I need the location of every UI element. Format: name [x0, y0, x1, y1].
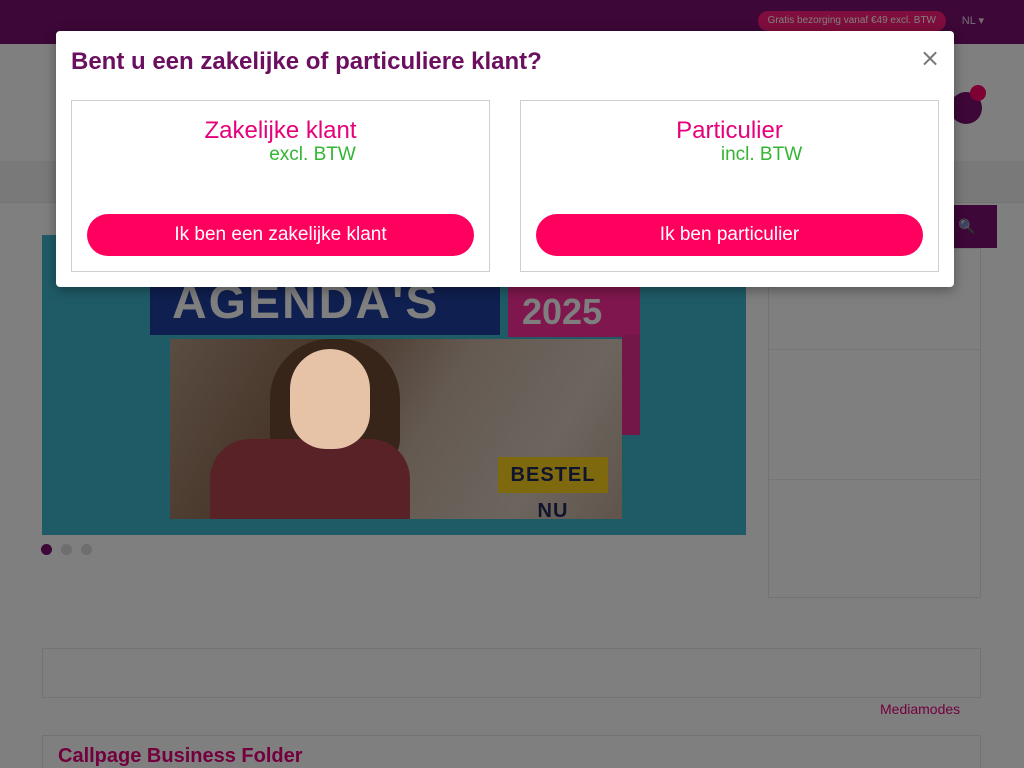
private-option-tax-note: incl. BTW [720, 144, 803, 165]
private-customer-option: Particulier incl. BTW Ik ben particulier [520, 100, 939, 272]
business-option-tax-note: excl. BTW [269, 144, 356, 165]
business-customer-option: Zakelijke klant excl. BTW Ik ben een zak… [71, 100, 490, 272]
private-customer-button[interactable]: Ik ben particulier [536, 214, 923, 256]
dialog-title: Bent u een zakelijke of particuliere kla… [71, 48, 542, 75]
business-option-title: Zakelijke klant [204, 117, 357, 144]
private-option-title: Particulier [676, 117, 783, 144]
customer-type-dialog: Bent u een zakelijke of particuliere kla… [56, 31, 954, 287]
close-icon[interactable]: × [920, 46, 940, 70]
business-customer-button[interactable]: Ik ben een zakelijke klant [87, 214, 474, 256]
photo-face [290, 349, 370, 449]
